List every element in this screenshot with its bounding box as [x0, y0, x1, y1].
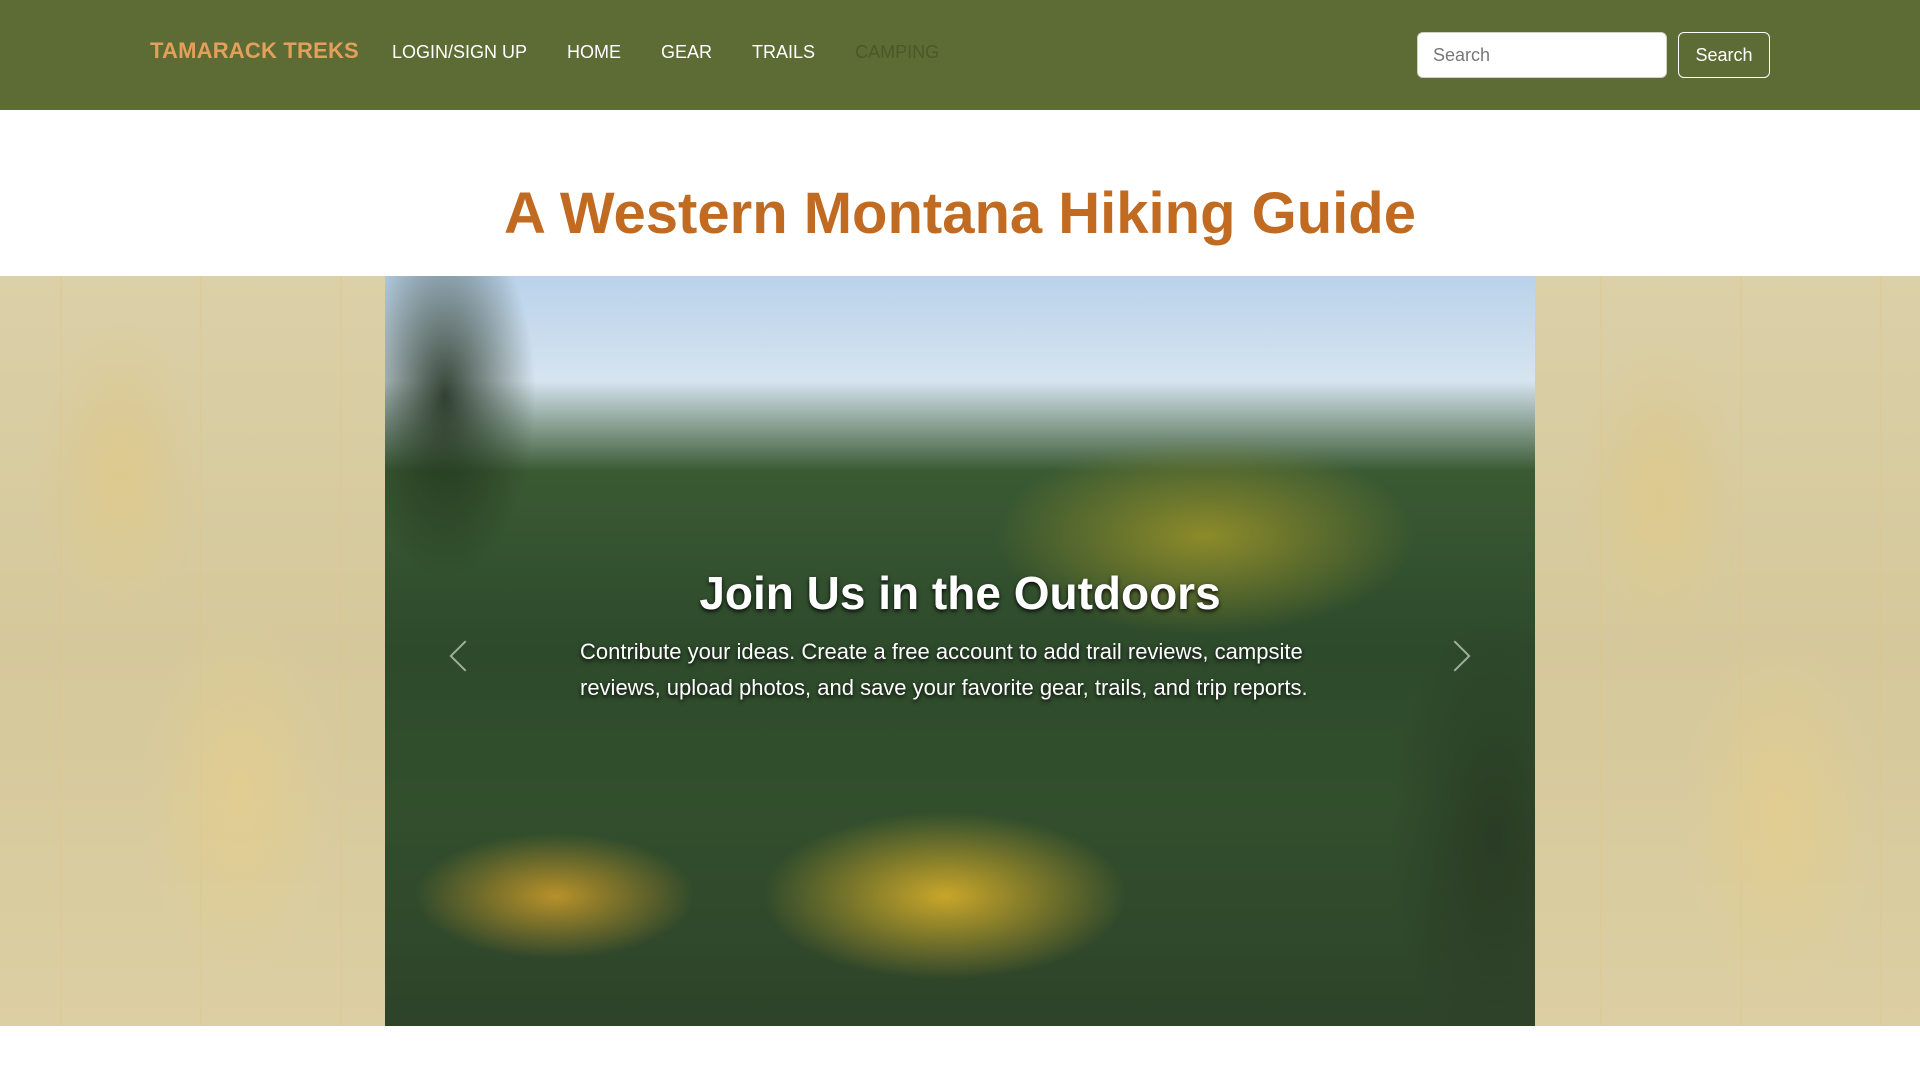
chevron-right-icon [1439, 640, 1471, 672]
search-form: Search [1417, 32, 1770, 78]
caption-text: Contribute your ideas. Create a free acc… [580, 639, 1308, 700]
nav-link-camping: CAMPING [855, 42, 940, 62]
nav-link-login-signup[interactable]: LOGIN/SIGN UP [392, 42, 527, 63]
page-title: A Western Montana Hiking Guide [504, 181, 1416, 246]
carousel-next-button[interactable] [1430, 626, 1480, 686]
caption-title: Join Us in the Outdoors [699, 567, 1221, 619]
nav-links: LOGIN/SIGN UP HOME GEAR TRAILS CAMPING [392, 42, 979, 63]
search-input[interactable] [1417, 32, 1667, 78]
nav-link-gear[interactable]: GEAR [661, 42, 712, 63]
carousel-slide: Join Us in the Outdoors Contribute your … [385, 276, 1535, 1026]
hero-banner: Join Us in the Outdoors Contribute your … [0, 276, 1920, 1026]
search-button[interactable]: Search [1678, 32, 1770, 78]
nav-link-home[interactable]: HOME [567, 42, 621, 63]
brand-logo-link[interactable]: TAMARACK TREKS [150, 38, 359, 64]
nav-link-trails[interactable]: TRAILS [752, 42, 815, 63]
carousel-caption: Join Us in the Outdoors Contribute your … [385, 566, 1535, 706]
top-navbar: TAMARACK TREKS LOGIN/SIGN UP HOME GEAR T… [0, 0, 1920, 110]
